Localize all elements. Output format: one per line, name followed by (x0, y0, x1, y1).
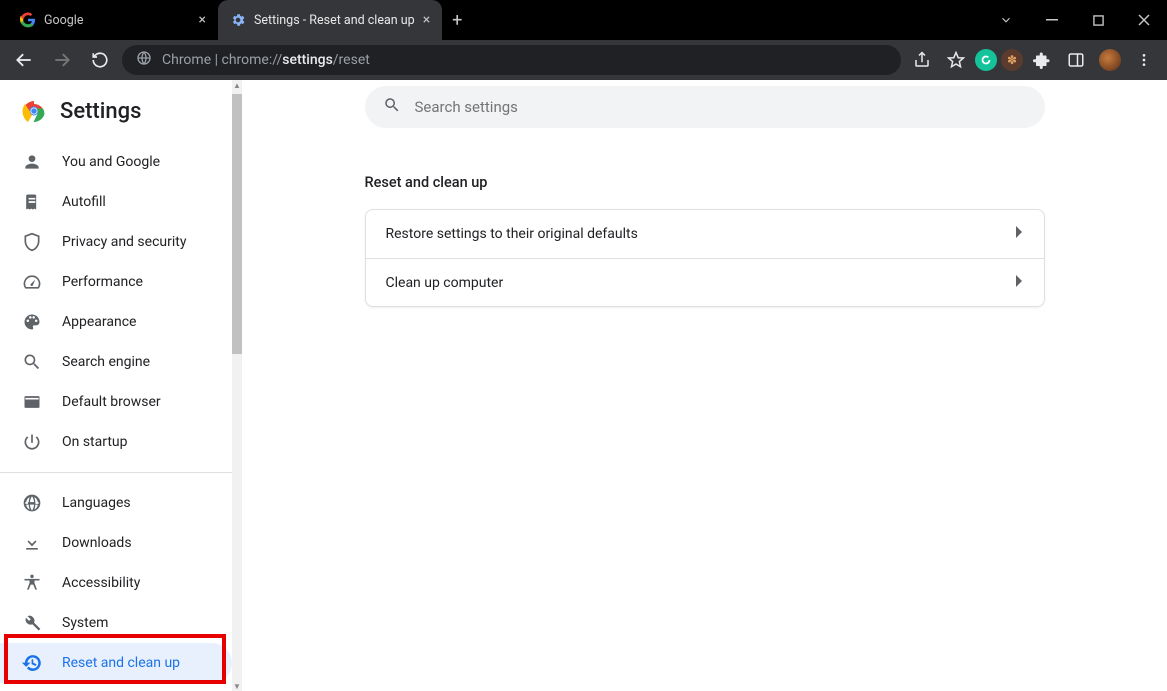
tab-google[interactable]: Google × (8, 0, 218, 40)
sidebar-item-search-engine[interactable]: Search engine (0, 342, 232, 382)
sidebar-item-label: System (62, 615, 108, 631)
autofill-icon (22, 192, 42, 212)
settings-sidebar: Settings You and Google Autofill Privacy… (0, 80, 232, 691)
reset-card: Restore settings to their original defau… (365, 209, 1045, 307)
sidebar-item-label: Default browser (62, 394, 161, 410)
search-icon (22, 352, 42, 372)
tab-settings[interactable]: Settings - Reset and clean up × (218, 0, 442, 40)
tab-search-button[interactable] (983, 13, 1029, 27)
shield-icon (22, 232, 42, 252)
sidebar-item-label: On startup (62, 434, 128, 450)
browser-toolbar: Chrome | chrome://settings/reset ✽ (0, 40, 1167, 80)
maximize-button[interactable] (1075, 0, 1121, 40)
sidebar-item-label: Downloads (62, 535, 132, 551)
sidebar-item-autofill[interactable]: Autofill (0, 182, 232, 222)
extension-2-icon[interactable]: ✽ (1001, 49, 1023, 71)
sidebar-item-you-and-google[interactable]: You and Google (0, 142, 232, 182)
sidebar-item-downloads[interactable]: Downloads (0, 523, 232, 563)
url-text: Chrome | chrome://settings/reset (162, 52, 370, 68)
sidebar-separator (0, 472, 232, 473)
sidebar-item-performance[interactable]: Performance (0, 262, 232, 302)
wrench-icon (22, 613, 42, 633)
settings-favicon-icon (230, 12, 246, 28)
row-restore-defaults[interactable]: Restore settings to their original defau… (366, 210, 1044, 258)
chevron-right-icon (1016, 226, 1024, 242)
tab-title: Google (44, 13, 83, 28)
google-favicon-icon (20, 12, 36, 28)
row-clean-up-computer[interactable]: Clean up computer (366, 258, 1044, 306)
settings-main: Reset and clean up Restore settings to t… (242, 80, 1167, 691)
search-icon (383, 96, 401, 118)
row-label: Restore settings to their original defau… (386, 226, 638, 242)
sidebar-item-system[interactable]: System (0, 603, 232, 643)
sidebar-item-label: Autofill (62, 194, 106, 210)
sidebar-item-languages[interactable]: Languages (0, 483, 232, 523)
chrome-logo-icon (22, 99, 46, 123)
section-heading: Reset and clean up (365, 174, 1045, 191)
globe-icon (22, 493, 42, 513)
sidebar-scrollbar-thumb[interactable] (232, 94, 242, 354)
sidebar-item-label: Languages (62, 495, 131, 511)
sidebar-item-accessibility[interactable]: Accessibility (0, 563, 232, 603)
sidebar-item-default-browser[interactable]: Default browser (0, 382, 232, 422)
window-controls (983, 0, 1167, 40)
sidebar-menu: You and Google Autofill Privacy and secu… (0, 142, 232, 683)
sidebar-item-label: Reset and clean up (62, 655, 180, 671)
person-icon (22, 152, 42, 172)
sidebar-item-label: Appearance (62, 314, 136, 330)
sidebar-item-label: You and Google (62, 154, 160, 170)
settings-content: Settings You and Google Autofill Privacy… (0, 80, 1167, 691)
settings-brand: Settings (0, 80, 232, 142)
page-title: Settings (60, 99, 141, 124)
window-titlebar: Google × Settings - Reset and clean up ×… (0, 0, 1167, 40)
site-info-icon[interactable] (136, 50, 152, 70)
speed-icon (22, 272, 42, 292)
new-tab-button[interactable]: + (442, 0, 472, 40)
share-button[interactable] (907, 45, 937, 75)
restore-icon (22, 653, 42, 673)
settings-search[interactable] (365, 86, 1045, 128)
download-icon (22, 533, 42, 553)
forward-button[interactable] (46, 44, 78, 76)
sidebar-item-label: Privacy and security (62, 234, 186, 250)
back-button[interactable] (8, 44, 40, 76)
sidebar-item-label: Performance (62, 274, 143, 290)
bookmark-star-button[interactable] (941, 45, 971, 75)
sidebar-item-privacy[interactable]: Privacy and security (0, 222, 232, 262)
side-panel-button[interactable] (1061, 45, 1091, 75)
power-icon (22, 432, 42, 452)
accessibility-icon (22, 573, 42, 593)
close-tab-icon[interactable]: × (199, 12, 206, 28)
tab-strip: Google × Settings - Reset and clean up ×… (0, 0, 472, 40)
close-window-button[interactable] (1121, 0, 1167, 40)
browser-icon (22, 392, 42, 412)
scroll-down-icon[interactable]: ▼ (232, 681, 242, 691)
close-tab-icon[interactable]: × (423, 12, 430, 28)
extension-grammarly-icon[interactable] (975, 49, 997, 71)
tab-title: Settings - Reset and clean up (254, 13, 415, 28)
minimize-button[interactable] (1029, 0, 1075, 40)
sidebar-item-label: Search engine (62, 354, 150, 370)
profile-avatar[interactable] (1095, 45, 1125, 75)
sidebar-item-on-startup[interactable]: On startup (0, 422, 232, 462)
sidebar-item-label: Accessibility (62, 575, 140, 591)
extensions-button[interactable] (1027, 45, 1057, 75)
address-bar[interactable]: Chrome | chrome://settings/reset (122, 45, 901, 75)
chrome-menu-button[interactable] (1129, 45, 1159, 75)
sidebar-item-appearance[interactable]: Appearance (0, 302, 232, 342)
chevron-right-icon (1016, 275, 1024, 291)
row-label: Clean up computer (386, 275, 504, 291)
sidebar-item-reset-cleanup[interactable]: Reset and clean up (0, 643, 232, 683)
settings-search-input[interactable] (415, 98, 1027, 116)
palette-icon (22, 312, 42, 332)
reload-button[interactable] (84, 44, 116, 76)
scroll-up-icon[interactable]: ▲ (232, 80, 242, 90)
sidebar-container: Settings You and Google Autofill Privacy… (0, 80, 242, 691)
